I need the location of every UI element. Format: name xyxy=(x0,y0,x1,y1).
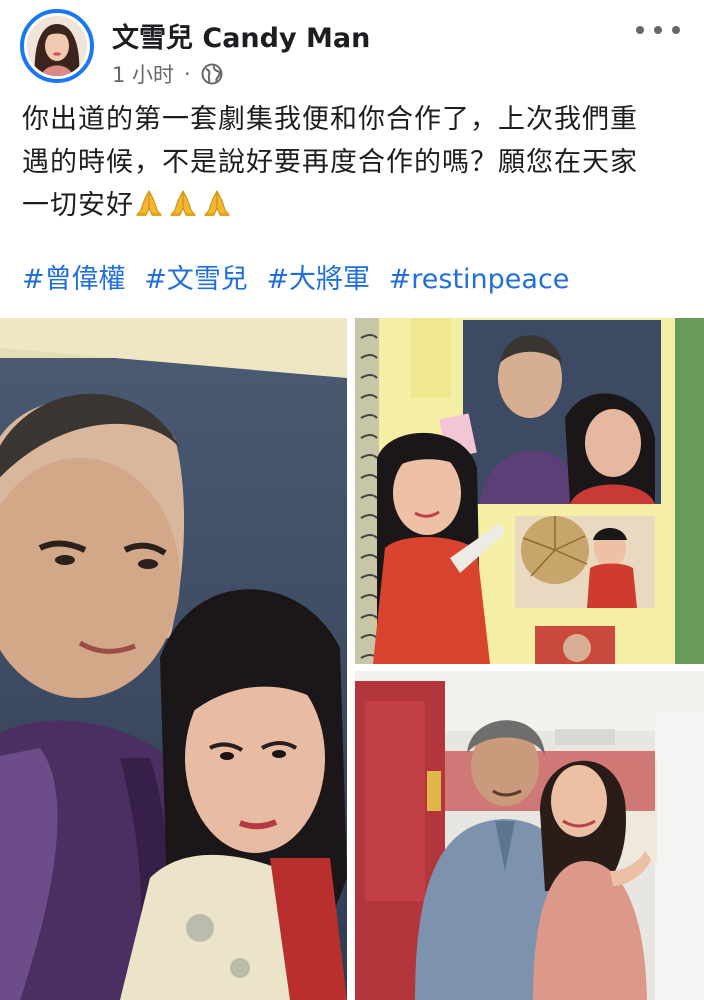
post-timestamp[interactable]: 1 小时 xyxy=(112,59,174,89)
author-name[interactable]: 文雪兒 Candy Man xyxy=(112,16,370,55)
more-dots-icon xyxy=(636,26,644,34)
photo-scrapbook-page[interactable] xyxy=(355,318,704,664)
hashtag-link[interactable]: #文雪兒 xyxy=(144,264,248,295)
meta-separator: · xyxy=(184,62,191,86)
hashtag-row: #曾偉權 #文雪兒 #大將軍 #restinpeace xyxy=(22,262,682,298)
post-text-line: 一切安好 xyxy=(22,184,682,227)
post-meta: 1 小时 · xyxy=(112,59,223,89)
photo-reunion-selfie[interactable] xyxy=(355,671,704,1000)
post-body: 你出道的第一套劇集我便和你合作了，上次我們重 遇的時候，不是說好要再度合作的嗎？… xyxy=(22,98,682,227)
praying-hands-emoji xyxy=(169,190,197,216)
hashtag-link[interactable]: #曾偉權 xyxy=(22,264,126,295)
hashtag-link[interactable]: #restinpeace xyxy=(389,264,570,295)
post-header: 文雪兒 Candy Man 1 小时 · xyxy=(0,0,704,90)
author-avatar[interactable] xyxy=(20,9,94,83)
photo-vintage-couple[interactable] xyxy=(0,318,347,1000)
praying-hands-emoji xyxy=(135,190,163,216)
post-text-line-content: 一切安好 xyxy=(22,190,134,221)
globe-icon[interactable] xyxy=(201,63,223,85)
post-text-line: 你出道的第一套劇集我便和你合作了，上次我們重 xyxy=(22,104,638,135)
hashtag-link[interactable]: #大將軍 xyxy=(266,264,370,295)
more-options-button[interactable] xyxy=(636,18,680,42)
praying-hands-emoji xyxy=(203,190,231,216)
post-text-line: 遇的時候，不是說好要再度合作的嗎？願您在天家 xyxy=(22,147,638,178)
